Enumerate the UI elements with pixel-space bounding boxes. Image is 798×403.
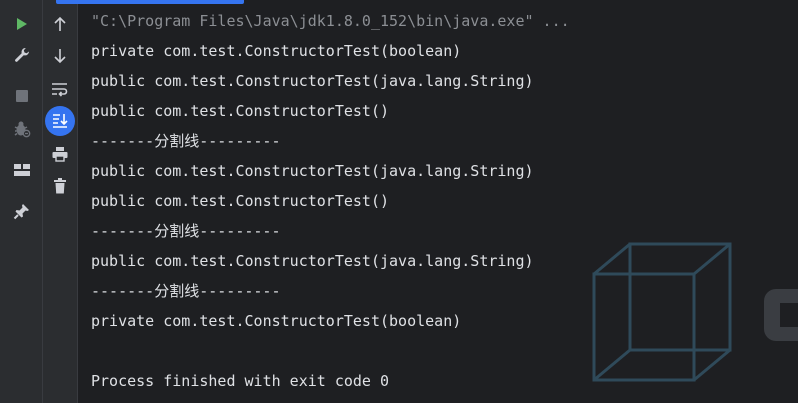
console-line: public com.test.ConstructorTest() <box>91 102 390 120</box>
console-line: -------分割线--------- <box>91 222 281 240</box>
debug-button[interactable] <box>8 115 36 143</box>
console-exit-line: Process finished with exit code 0 <box>91 372 390 390</box>
clear-all-button[interactable] <box>46 172 74 200</box>
trash-icon <box>54 178 66 194</box>
arrow-up-icon <box>54 16 66 31</box>
bug-icon <box>14 121 31 138</box>
pin-button[interactable] <box>8 197 36 225</box>
console-line: public com.test.ConstructorTest(java.lan… <box>91 252 534 270</box>
previous-occurrence-button[interactable] <box>46 10 74 38</box>
print-icon <box>52 147 68 162</box>
print-button[interactable] <box>46 140 74 168</box>
next-occurrence-button[interactable] <box>46 42 74 70</box>
console-line: -------分割线--------- <box>91 282 281 300</box>
play-icon <box>17 18 27 30</box>
logo-fragment-icon <box>764 289 798 341</box>
console-command-line: "C:\Program Files\Java\jdk1.8.0_152\bin\… <box>91 12 570 30</box>
soft-wrap-button[interactable] <box>46 75 74 103</box>
layout-button[interactable] <box>8 156 36 184</box>
run-toolbar <box>0 0 43 403</box>
console-line: public com.test.ConstructorTest(java.lan… <box>91 72 534 90</box>
arrow-down-icon <box>54 49 66 64</box>
pin-icon <box>13 204 29 220</box>
cube-watermark-icon <box>592 242 732 382</box>
console-line: private com.test.ConstructorTest(boolean… <box>91 312 462 330</box>
console-toolbar <box>43 0 78 403</box>
wrench-icon <box>15 48 29 62</box>
console-line: private com.test.ConstructorTest(boolean… <box>91 42 462 60</box>
scroll-to-end-icon <box>53 114 68 128</box>
settings-button[interactable] <box>8 41 36 69</box>
rerun-button[interactable] <box>8 10 36 38</box>
stop-icon <box>16 90 28 102</box>
layout-icon <box>14 164 30 176</box>
console-line: public com.test.ConstructorTest(java.lan… <box>91 162 534 180</box>
soft-wrap-icon <box>52 83 68 97</box>
scroll-to-end-button[interactable] <box>45 106 75 136</box>
console-line: -------分割线--------- <box>91 132 281 150</box>
console-line: public com.test.ConstructorTest() <box>91 192 390 210</box>
stop-button[interactable] <box>8 82 36 110</box>
